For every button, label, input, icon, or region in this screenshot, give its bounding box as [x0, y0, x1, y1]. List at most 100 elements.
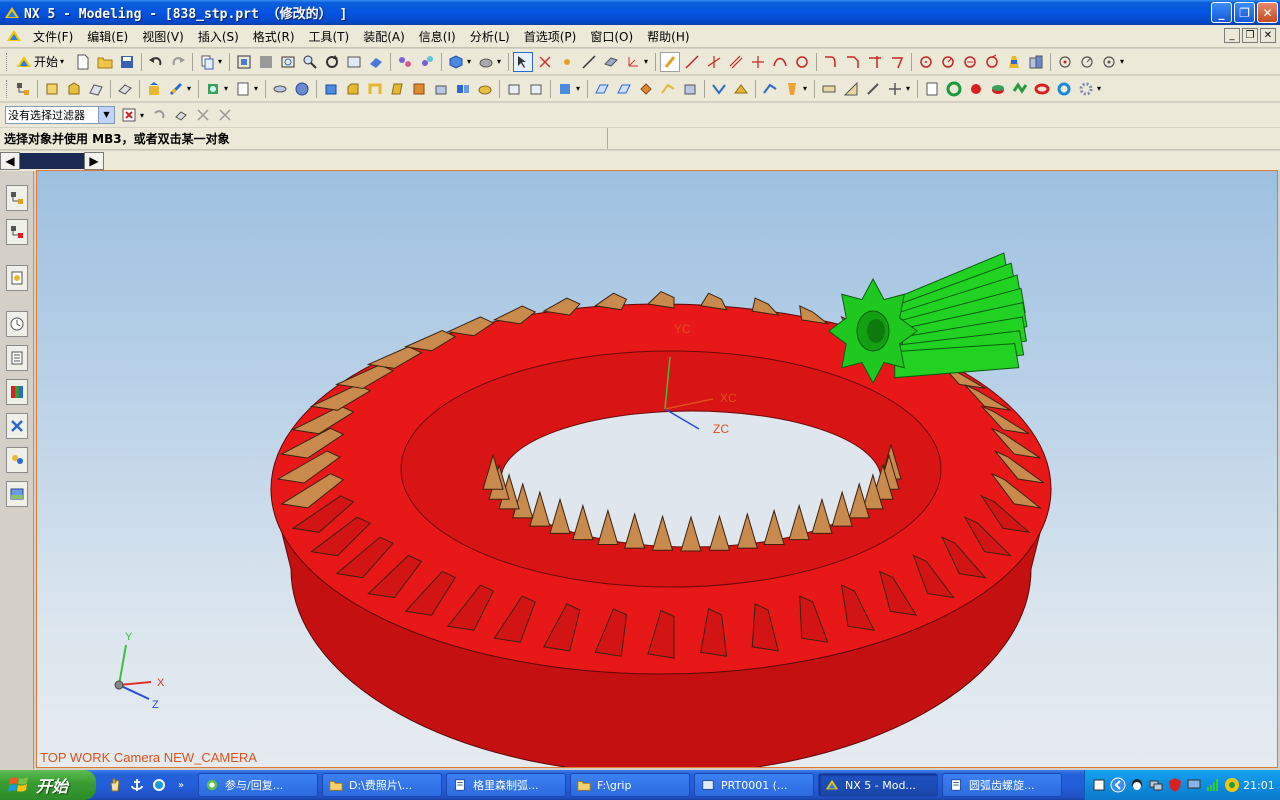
- offset-face-icon[interactable]: [409, 79, 429, 99]
- trim-body-icon[interactable]: [475, 79, 495, 99]
- cylinder-icon[interactable]: [270, 79, 290, 99]
- part-navigator-icon[interactable]: [13, 79, 33, 99]
- menu-format[interactable]: 格式(R): [246, 28, 302, 45]
- monitor-icon[interactable]: [1186, 777, 1202, 793]
- menu-help[interactable]: 帮助(H): [640, 28, 696, 45]
- assembly-navigator-tab[interactable]: [6, 185, 28, 211]
- point-set-icon[interactable]: [1055, 52, 1075, 72]
- surface-icon[interactable]: [504, 79, 524, 99]
- snap-icon[interactable]: [535, 52, 555, 72]
- task-button-photos-folder[interactable]: D:\费照片\...: [322, 773, 442, 797]
- red-ring-icon[interactable]: [1032, 79, 1052, 99]
- quick-pick-icon[interactable]: [215, 105, 235, 125]
- save-icon[interactable]: [117, 52, 137, 72]
- menu-insert[interactable]: 插入(S): [191, 28, 246, 45]
- law-curve-icon[interactable]: [1004, 52, 1024, 72]
- minimize-button[interactable]: _: [1211, 2, 1232, 23]
- nx-menu-icon[interactable]: [6, 28, 22, 44]
- green-spring-icon[interactable]: [1010, 79, 1030, 99]
- boolean-icon[interactable]: [144, 79, 164, 99]
- task-button-grip-folder[interactable]: F:\grip: [570, 773, 690, 797]
- toolbar-grip[interactable]: [6, 52, 9, 71]
- history-tab[interactable]: [6, 311, 28, 337]
- system-scenes-tab[interactable]: [6, 481, 28, 507]
- split-body-icon[interactable]: [453, 79, 473, 99]
- revolve-icon[interactable]: [64, 79, 84, 99]
- menu-window[interactable]: 窗口(O): [583, 28, 640, 45]
- menu-information[interactable]: 信息(I): [412, 28, 463, 45]
- spline-icon[interactable]: [960, 52, 980, 72]
- magnify-icon[interactable]: [300, 52, 320, 72]
- component-icon[interactable]: [417, 52, 437, 72]
- zoom-icon[interactable]: [278, 52, 298, 72]
- extend-curve-icon[interactable]: [887, 52, 907, 72]
- selection-scope-icon[interactable]: [119, 105, 139, 125]
- undo-icon[interactable]: [146, 52, 166, 72]
- process-studio-tab[interactable]: [6, 413, 28, 439]
- csys-icon[interactable]: [623, 52, 643, 72]
- start-application-button[interactable]: 开始 ▾: [12, 53, 72, 70]
- network-icon[interactable]: [1148, 777, 1164, 793]
- menu-file[interactable]: 文件(F): [26, 28, 80, 45]
- system-materials-tab[interactable]: [6, 345, 28, 371]
- part-tab-active[interactable]: [20, 153, 84, 169]
- pmi-icon[interactable]: [841, 79, 861, 99]
- rotate-icon[interactable]: [322, 52, 342, 72]
- vector-icon[interactable]: [579, 52, 599, 72]
- drafting-icon[interactable]: [819, 79, 839, 99]
- undo-selection-icon[interactable]: [149, 105, 169, 125]
- anchor-icon[interactable]: [128, 776, 146, 794]
- menu-assemblies[interactable]: 装配(A): [356, 28, 412, 45]
- associative-line-icon[interactable]: [704, 52, 724, 72]
- red-gear-icon[interactable]: [966, 79, 986, 99]
- swept-surface-icon[interactable]: [592, 79, 612, 99]
- analysis-icon[interactable]: [1099, 52, 1119, 72]
- task-button-prt0001[interactable]: PRT0001 (...: [694, 773, 814, 797]
- tray-expand-icon[interactable]: [1110, 777, 1126, 793]
- signal-icon[interactable]: [1205, 777, 1221, 793]
- extrude-icon[interactable]: [42, 79, 62, 99]
- graphics-window[interactable]: YC XC ZC Y X Z TOP WORK Camera NEW_CAMER…: [36, 170, 1278, 768]
- part-navigator-tab[interactable]: [6, 219, 28, 245]
- tab-scroll-right-button[interactable]: ▶: [84, 152, 104, 170]
- thicken-icon[interactable]: [731, 79, 751, 99]
- doc-minimize-button[interactable]: _: [1224, 28, 1240, 43]
- measure-icon[interactable]: [1077, 52, 1097, 72]
- shaded-view-icon[interactable]: [366, 52, 386, 72]
- doc-restore-button[interactable]: ❐: [1242, 28, 1258, 43]
- circle-icon[interactable]: [792, 52, 812, 72]
- restore-button[interactable]: ❐: [1234, 2, 1255, 23]
- edit-parameters-icon[interactable]: [782, 79, 802, 99]
- doc-close-button[interactable]: ✕: [1260, 28, 1276, 43]
- line-icon[interactable]: [682, 52, 702, 72]
- toolbar-grip-2[interactable]: [6, 79, 9, 98]
- trim-curve-icon[interactable]: [865, 52, 885, 72]
- chevron-right-icon[interactable]: »: [172, 776, 190, 794]
- reuse-library-tab[interactable]: [6, 265, 28, 291]
- select-icon[interactable]: [513, 51, 534, 72]
- new-file-icon[interactable]: [73, 52, 93, 72]
- select-all-icon[interactable]: [171, 105, 191, 125]
- block-icon[interactable]: [203, 79, 223, 99]
- sphere-icon[interactable]: [292, 79, 312, 99]
- type-filter-dropdown[interactable]: 没有选择过滤器 ▼: [5, 106, 115, 124]
- task-button-gleason-doc[interactable]: 格里森制弧...: [446, 773, 566, 797]
- palette-tab[interactable]: [6, 379, 28, 405]
- clock[interactable]: 21:01: [1243, 779, 1275, 792]
- sheet-icon[interactable]: [233, 79, 253, 99]
- helix-icon[interactable]: [982, 52, 1002, 72]
- menu-preferences[interactable]: 首选项(P): [517, 28, 584, 45]
- browser-icon[interactable]: [150, 776, 168, 794]
- task-button-nx-modeling[interactable]: NX 5 - Mod...: [818, 773, 938, 797]
- menu-analysis[interactable]: 分析(L): [463, 28, 517, 45]
- chamfer-curve-icon[interactable]: [843, 52, 863, 72]
- shell-icon[interactable]: [365, 79, 385, 99]
- pan-icon[interactable]: [344, 52, 364, 72]
- emboss-icon[interactable]: [709, 79, 729, 99]
- chevron-down-icon[interactable]: ▼: [98, 107, 114, 123]
- snap-point-icon[interactable]: [193, 105, 213, 125]
- hole-icon[interactable]: [166, 79, 186, 99]
- gear-model-scene[interactable]: YC XC ZC Y X Z: [37, 171, 1278, 768]
- tray-app-icon[interactable]: [1224, 777, 1240, 793]
- menu-tools[interactable]: 工具(T): [302, 28, 357, 45]
